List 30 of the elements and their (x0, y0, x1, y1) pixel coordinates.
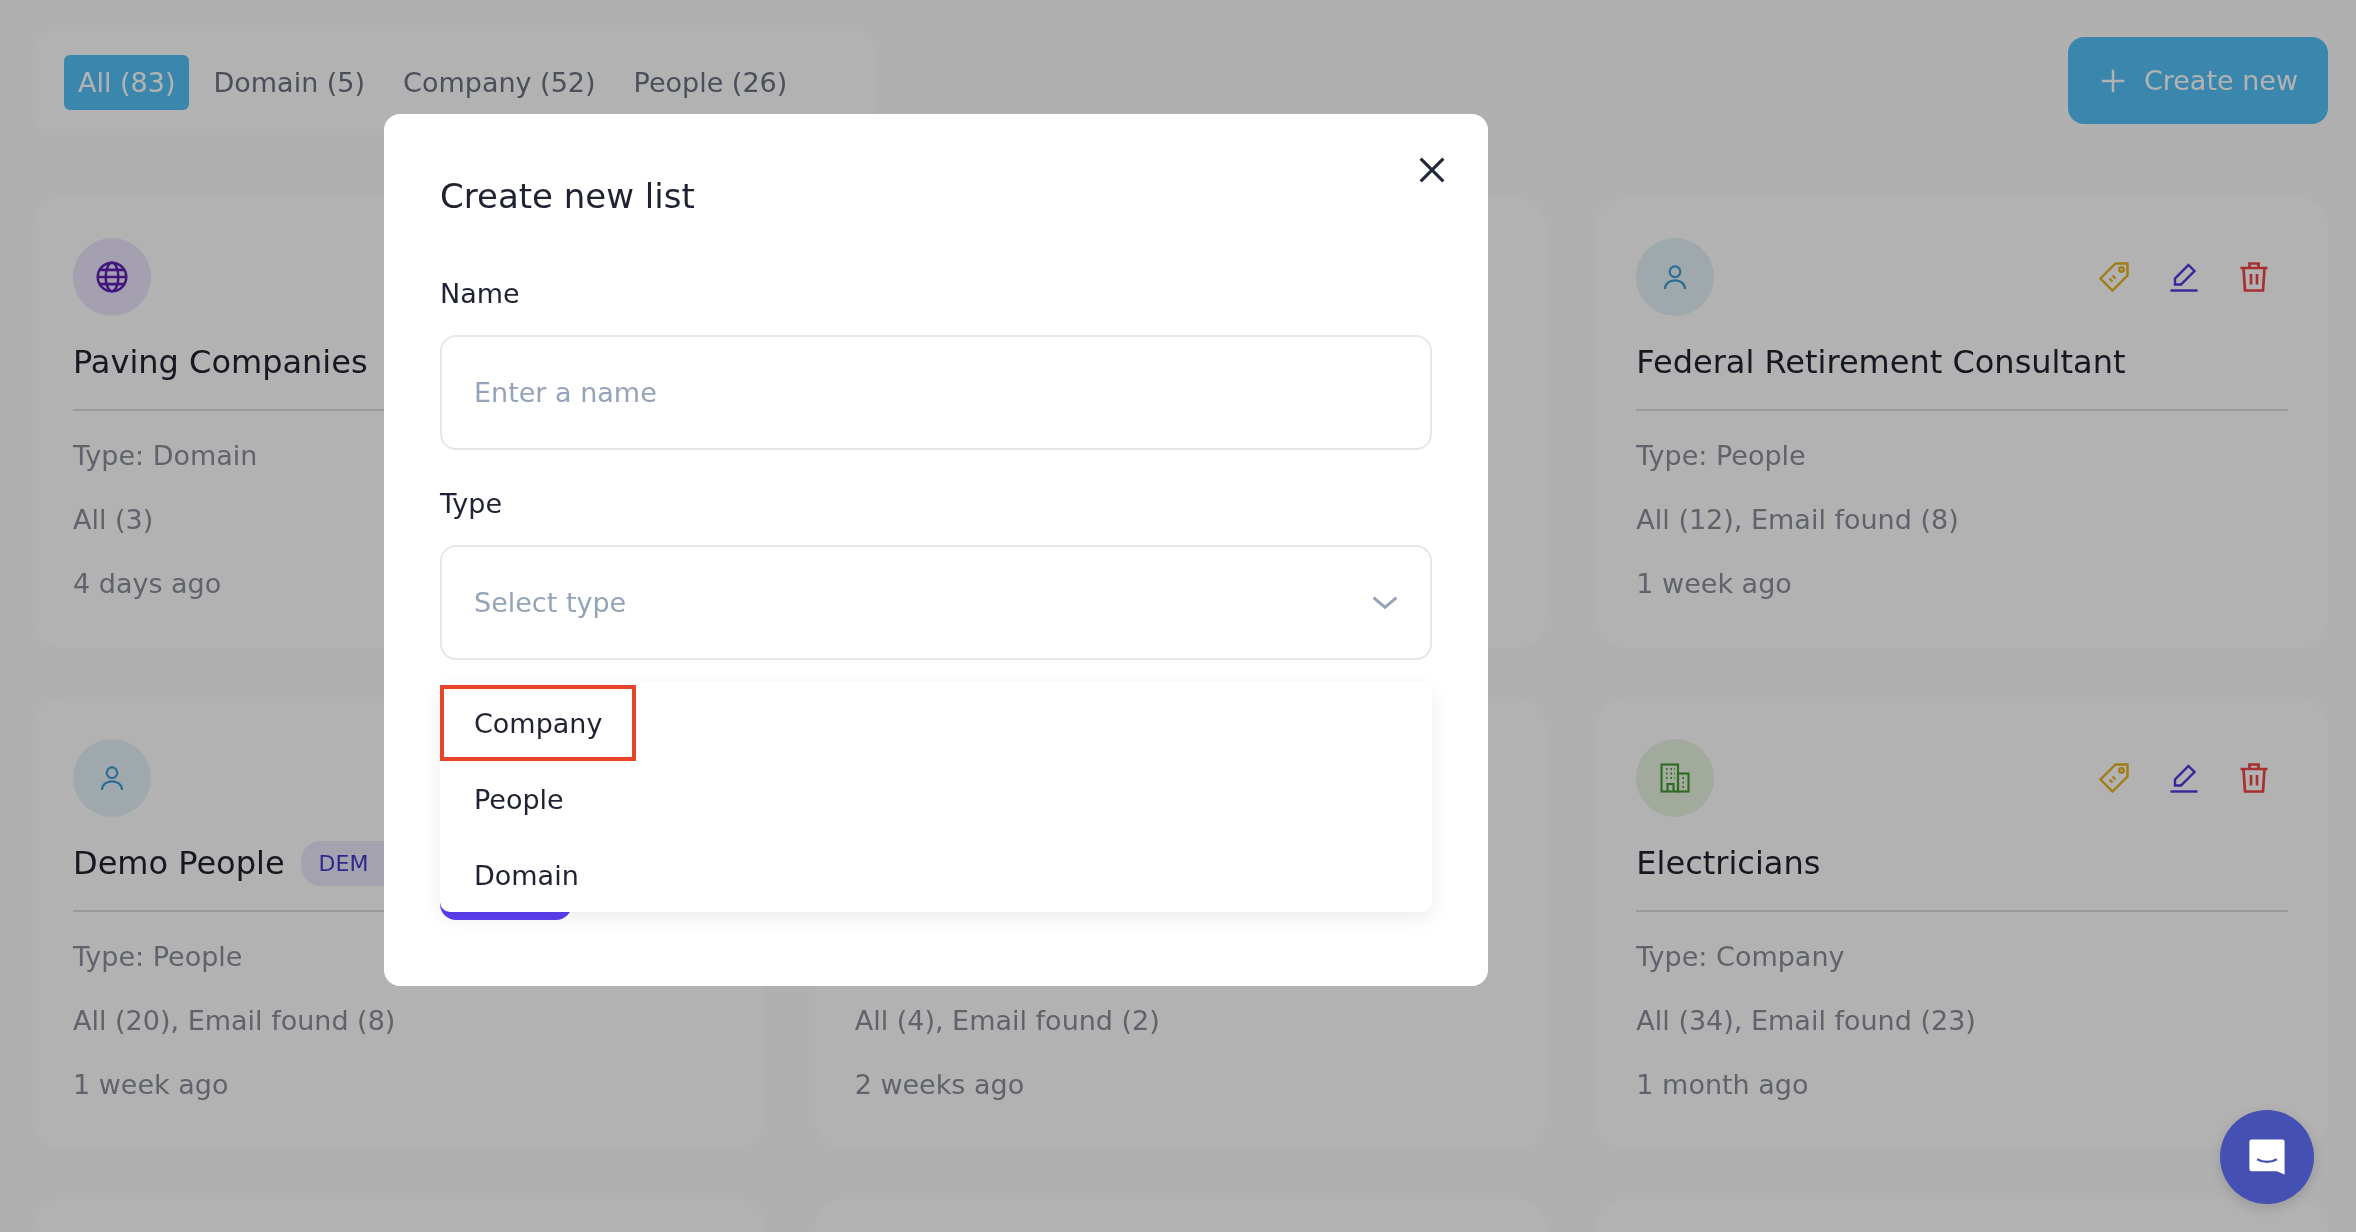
list-title: Federal Retirement Consultant (1636, 343, 2126, 381)
dropdown-option[interactable]: Company (440, 685, 637, 761)
field-label: Type (440, 488, 503, 519)
updated-time: 1 week ago (73, 1068, 229, 1100)
list-counts: All (12), Email found (8) (1636, 503, 1959, 535)
list-counts: All (3) (73, 503, 154, 535)
updated-time: 1 week ago (1636, 567, 1792, 599)
dropdown-option[interactable]: People (440, 761, 598, 837)
list-counts: All (34), Email found (23) (1636, 1004, 1976, 1036)
list-type: Type: People (1636, 439, 1806, 471)
list-title: Electricians (1636, 844, 1821, 882)
list-title: Demo People (73, 844, 285, 882)
list-type: Type: Company (1636, 940, 1845, 972)
filter-tab[interactable]: Domain (5) (199, 55, 380, 110)
dialog-title: Create new list (440, 176, 696, 216)
updated-time: 2 weeks ago (854, 1068, 1025, 1100)
filter-tab[interactable]: Company (52) (389, 55, 610, 110)
list-counts: All (20), Email found (8) (73, 1004, 396, 1036)
filter-tab[interactable]: People (26) (619, 55, 802, 110)
list-title: Paving Companies (73, 343, 368, 381)
dropdown-option[interactable]: Domain (440, 837, 613, 913)
updated-time: 1 month ago (1636, 1068, 1809, 1100)
updated-time: 4 days ago (73, 567, 222, 599)
type-select[interactable]: Select type (440, 545, 1432, 660)
name-input-field[interactable]: Enter a name (440, 335, 1432, 450)
chevron-down-icon (1372, 596, 1398, 609)
list-counts: All (4), Email found (2) (854, 1004, 1160, 1036)
list-type: Type: Domain (73, 439, 258, 471)
field-label: Name (440, 278, 521, 309)
list-type: Type: People (73, 940, 243, 972)
